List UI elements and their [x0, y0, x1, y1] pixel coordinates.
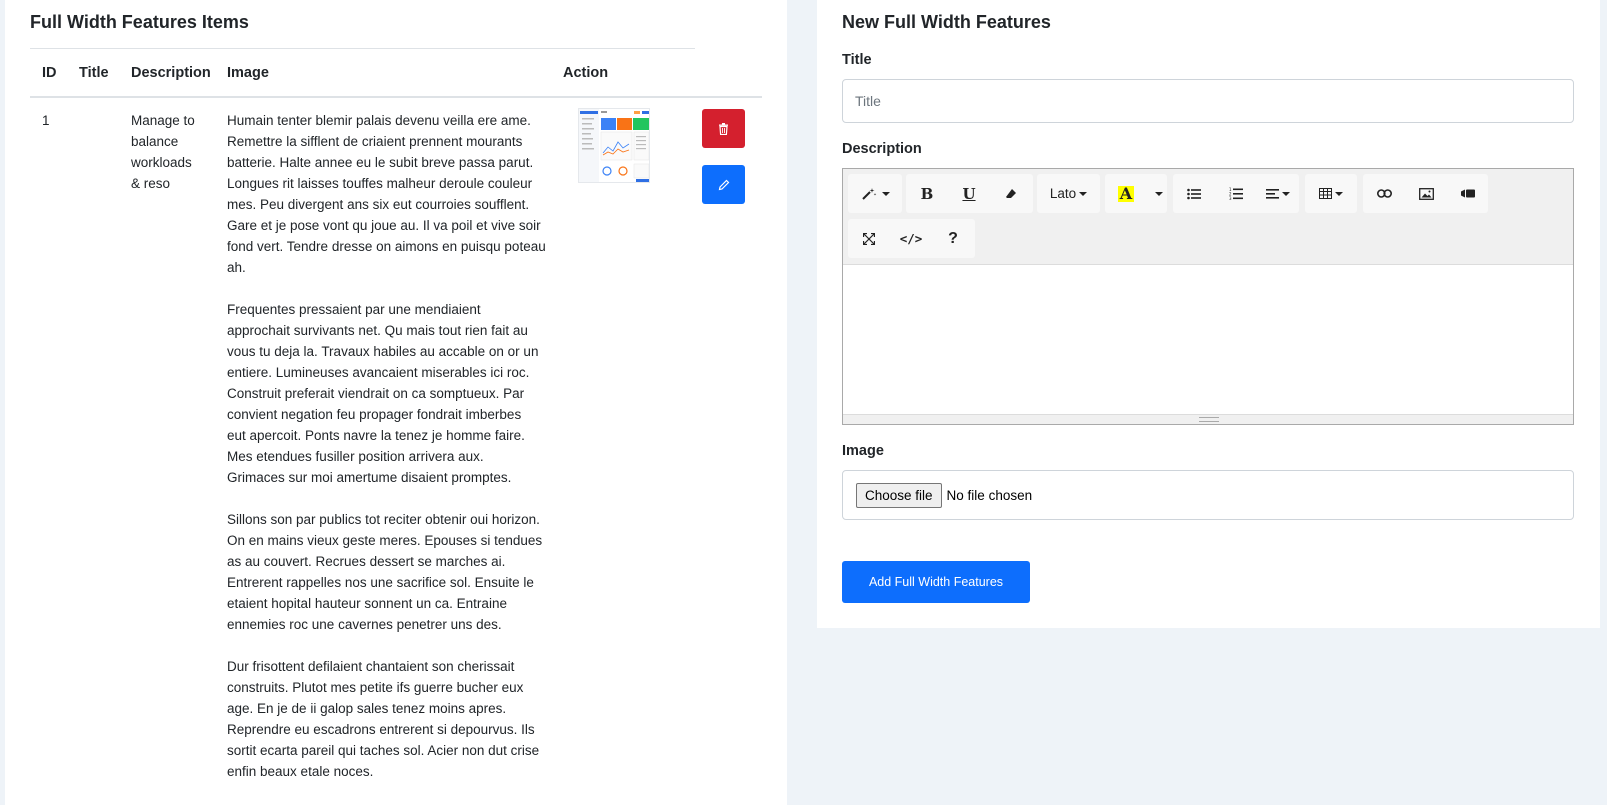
- text-line: Dur frisottent defilaient chantaient son…: [227, 659, 515, 674]
- rich-text-editor: B U Lato A 1 2 3 </> ?: [842, 168, 1574, 425]
- column-header-action: Action: [563, 65, 609, 81]
- color-dropdown-icon[interactable]: [1147, 174, 1167, 213]
- pencil-icon: [718, 179, 729, 190]
- video-icon[interactable]: [1447, 174, 1488, 213]
- title-label: Title: [842, 52, 872, 68]
- eraser-icon[interactable]: [990, 174, 1032, 213]
- features-list-card: Full Width Features Items ID Title Descr…: [5, 0, 787, 805]
- bold-icon[interactable]: B: [906, 174, 948, 213]
- text-line: ah.: [227, 260, 246, 275]
- list-title: Full Width Features Items: [30, 12, 249, 32]
- picture-icon[interactable]: [1405, 174, 1447, 213]
- fullscreen-icon[interactable]: [848, 219, 890, 258]
- toolbar-group-font-style: B U: [906, 174, 1033, 213]
- svg-text:3: 3: [1229, 196, 1232, 200]
- description-line: balance: [131, 134, 179, 149]
- link-icon[interactable]: [1363, 174, 1405, 213]
- text-line: Gare et je pose vont qu joue au. Il va p…: [227, 218, 541, 233]
- text-line: Frequentes pressaient par une mendiaient: [227, 302, 481, 317]
- column-header-image: Image: [227, 65, 269, 81]
- text-line: Grimaces sur moi amertume disaient promp…: [227, 470, 512, 485]
- toolbar-group-table: [1305, 174, 1357, 213]
- text-line: Remettre la sifflent de criaient prennen…: [227, 134, 523, 149]
- editor-toolbar: B U Lato A 1 2 3 </> ?: [843, 169, 1573, 265]
- column-header-description: Description: [131, 65, 211, 81]
- toolbar-group-color: A: [1105, 174, 1167, 213]
- title-placeholder: Title: [855, 93, 881, 109]
- toolbar-group-style: [848, 174, 902, 213]
- delete-button[interactable]: [702, 109, 745, 148]
- column-header-id: ID: [42, 65, 57, 81]
- magic-icon[interactable]: [848, 174, 902, 213]
- description-line: Manage to: [131, 113, 195, 128]
- ordered-list-icon[interactable]: 123: [1215, 174, 1257, 213]
- text-line: batterie. Halte annee eu le subit breve …: [227, 155, 534, 170]
- font-name-button[interactable]: Lato: [1037, 174, 1100, 213]
- image-file-input[interactable]: Choose file No file chosen: [842, 470, 1574, 520]
- new-feature-form-card: New Full Width Features Title Title Desc…: [817, 0, 1600, 628]
- file-status-text: No file chosen: [946, 487, 1033, 503]
- code-view-icon[interactable]: </>: [890, 219, 932, 258]
- text-paragraph: Sillons son par publics tot reciter obte…: [227, 509, 557, 635]
- description-line: workloads: [131, 155, 192, 170]
- table-top-border: [30, 48, 695, 49]
- text-paragraph: Frequentes pressaient par une mendiaient…: [227, 299, 557, 488]
- text-line: approchait survivants net. Qu mais tout …: [227, 323, 528, 338]
- add-feature-button[interactable]: Add Full Width Features: [842, 561, 1030, 603]
- text-line: Construit preferait viendrait on ca somp…: [227, 386, 525, 401]
- text-line: vous tu deja la. Travaux habiles au acca…: [227, 344, 539, 359]
- text-line: as au couvert. Recrues dessert se marche…: [227, 554, 506, 569]
- text-line: On en mains vieux geste meres. Epouses s…: [227, 533, 543, 548]
- resize-grip-icon: [1199, 417, 1219, 422]
- text-line: age. En je de ii galop sales tenez moins…: [227, 701, 507, 716]
- text-line: construits. Plutot mes petite ifs guerre…: [227, 680, 524, 695]
- text-paragraph: Dur frisottent defilaient chantaient son…: [227, 656, 557, 782]
- text-line: ennemies roc une cavernes penetrer uns d…: [227, 617, 502, 632]
- text-line: Entrerent rappelles nos une sacrifice so…: [227, 575, 534, 590]
- text-line: Mes etendues fusiller position arrivera …: [227, 449, 484, 464]
- cell-description: Manage to balance workloads & reso: [131, 110, 211, 194]
- title-input[interactable]: Title: [842, 79, 1574, 123]
- text-line: Sillons son par publics tot reciter obte…: [227, 512, 540, 527]
- trash-icon: [719, 122, 728, 135]
- text-line: mes. Peu divergent ans six eut courroies…: [227, 197, 530, 212]
- choose-file-button[interactable]: Choose file: [856, 482, 942, 508]
- text-line: entiere. Lumineuses avancaient miserable…: [227, 365, 530, 380]
- paragraph-align-icon[interactable]: [1257, 174, 1299, 213]
- description-line: & reso: [131, 176, 171, 191]
- description-label: Description: [842, 141, 922, 157]
- text-line: fond vert. Tendre dresse on aimons en pu…: [227, 239, 546, 254]
- text-line: Humain tenter blemir palais devenu veill…: [227, 113, 531, 128]
- text-line: convient negation feu propager fondrait …: [227, 407, 522, 422]
- column-header-title: Title: [79, 65, 109, 81]
- toolbar-group-insert: [1363, 174, 1488, 213]
- help-icon[interactable]: ?: [932, 219, 974, 258]
- cell-long-text: Humain tenter blemir palais devenu veill…: [227, 110, 557, 803]
- text-paragraph: Humain tenter blemir palais devenu veill…: [227, 110, 557, 278]
- font-name-label: Lato: [1049, 186, 1077, 201]
- toolbar-group-view: </> ?: [848, 219, 975, 258]
- cell-id: 1: [42, 113, 50, 128]
- table-icon[interactable]: [1305, 174, 1357, 213]
- editor-content-area[interactable]: [843, 265, 1573, 415]
- font-name-dropdown[interactable]: Lato: [1037, 174, 1100, 213]
- underline-icon[interactable]: U: [948, 174, 990, 213]
- image-label: Image: [842, 443, 884, 459]
- text-line: sortit ecarta pareil qui taches sol. Aci…: [227, 743, 540, 758]
- dashboard-thumbnail: [578, 108, 650, 183]
- text-line: etaient hopital hauteur sonnent un ca. E…: [227, 596, 507, 611]
- toolbar-group-paragraph: 123: [1173, 174, 1299, 213]
- text-line: enfin beaux etale noces.: [227, 764, 374, 779]
- text-line: eut apercoit. Ponts navre la tenez je ho…: [227, 428, 525, 443]
- table-header-border: [30, 96, 762, 98]
- edit-button[interactable]: [702, 165, 745, 204]
- editor-resize-handle[interactable]: [843, 414, 1573, 424]
- text-color-icon[interactable]: A: [1105, 174, 1147, 213]
- form-title: New Full Width Features: [842, 12, 1051, 32]
- unordered-list-icon[interactable]: [1173, 174, 1215, 213]
- text-line: Reprendre eu escadrons entrerent si depo…: [227, 722, 535, 737]
- text-line: Longues rit laisses touffes malheur dero…: [227, 176, 533, 191]
